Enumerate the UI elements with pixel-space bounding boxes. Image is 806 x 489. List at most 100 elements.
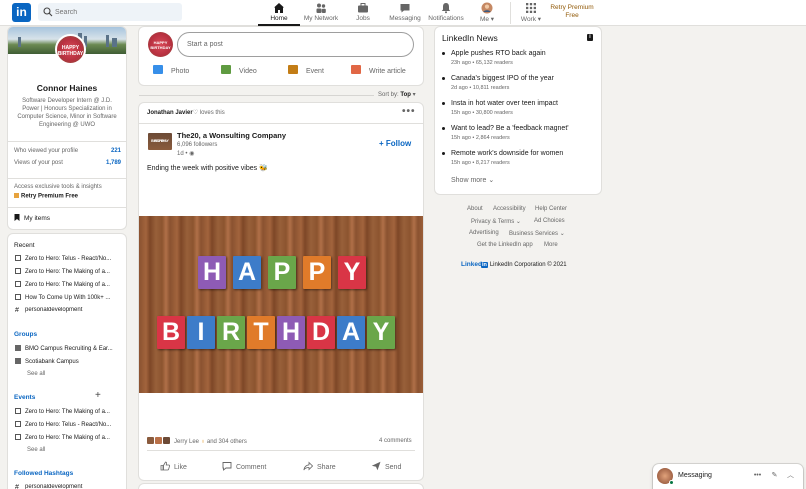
search-box[interactable] <box>38 3 182 21</box>
follower-count: 6,096 followers <box>177 142 218 148</box>
nav-label: My Network <box>303 15 339 22</box>
reactor-avatar <box>147 437 154 444</box>
footer-brand: Linkedin LinkedIn Corporation © 2021 <box>461 261 567 268</box>
start-post-button[interactable]: Start a post <box>177 32 414 57</box>
compose-icon[interactable]: ✎ <box>770 471 779 480</box>
more-options-icon[interactable]: ••• <box>753 471 762 480</box>
messaging-bar[interactable]: Messaging ••• ✎ ︿ <box>653 464 803 489</box>
linkedin-logo[interactable]: in <box>12 3 31 22</box>
nav-jobs[interactable]: Jobs <box>344 0 382 26</box>
recent-item[interactable]: # personaldevelopment <box>15 307 123 314</box>
nav-my-network[interactable]: My Network <box>302 0 340 26</box>
premium-line-1: Retry Premium <box>550 4 594 11</box>
company-logo[interactable]: HAPPY BIRTHDAY <box>148 133 172 150</box>
news-meta: 15h ago • 8,217 readers <box>451 160 510 166</box>
letter-tile: D <box>307 316 335 349</box>
send-button[interactable]: Send <box>371 461 401 471</box>
nav-work[interactable]: Work ▾ <box>516 0 546 26</box>
hashtags-header[interactable]: Followed Hashtags <box>14 470 73 477</box>
next-post <box>139 484 423 489</box>
groups-header[interactable]: Groups <box>14 331 37 338</box>
bullet <box>442 102 445 105</box>
comments-count[interactable]: 4 comments <box>379 438 412 444</box>
home-icon <box>274 3 284 13</box>
recent-item[interactable]: How To Come Up With 100k+ ... <box>15 294 123 301</box>
calendar-icon <box>15 268 21 274</box>
user-avatar[interactable]: HAPPY BIRTHDAY <box>148 32 173 57</box>
news-card: LinkedIn News i Apple pushes RTO back ag… <box>435 27 601 194</box>
stat-value: 221 <box>110 148 121 154</box>
caret-down-icon: ▾ <box>412 92 416 98</box>
retry-premium-button[interactable]: Retry Premium Free <box>14 193 78 200</box>
footer-link-privacy[interactable]: Privacy & Terms ⌄ <box>471 218 521 225</box>
photo-button[interactable]: Photo <box>153 65 189 75</box>
events-see-all[interactable]: See all <box>27 447 45 453</box>
search-icon <box>43 7 53 17</box>
event-item[interactable]: Zero to Hero: The Making of a... <box>15 408 123 415</box>
company-name[interactable]: The20, a Wonsulting Company <box>177 131 286 140</box>
company-logo-text: HAPPY BIRTHDAY <box>151 139 169 143</box>
my-items-link[interactable]: My items <box>14 214 50 222</box>
calendar-icon <box>15 421 21 427</box>
stat-post-views[interactable]: Views of your post 1,789 <box>14 160 121 166</box>
groups-see-all[interactable]: See all <box>27 371 45 377</box>
search-input[interactable] <box>55 3 175 21</box>
hashtag-item[interactable]: # personaldevelopment <box>15 484 123 489</box>
reactor-avatar <box>155 437 162 444</box>
footer-link-more[interactable]: More <box>544 242 558 248</box>
group-item[interactable]: Scotiabank Campus <box>15 358 123 365</box>
sort-dropdown[interactable]: Sort by: Top ▾ <box>378 91 416 98</box>
nav-label: Jobs <box>356 15 370 22</box>
show-more-button[interactable]: Show more ⌄ <box>451 176 494 184</box>
footer-link-about[interactable]: About <box>467 206 483 212</box>
like-button[interactable]: Like <box>160 461 187 471</box>
reactions-summary[interactable]: Jerry Lee ♁ and 304 others <box>147 437 247 445</box>
event-item[interactable]: Zero to Hero: The Making of a... <box>15 434 123 441</box>
event-button[interactable]: Event <box>288 65 324 75</box>
events-header[interactable]: Events <box>14 394 35 401</box>
footer-link-accessibility[interactable]: Accessibility <box>493 206 526 212</box>
recent-item[interactable]: Zero to Hero: Telus - React/No... <box>15 255 123 262</box>
post-image[interactable]: H A P P Y B I R T H D A Y <box>139 216 423 393</box>
event-item[interactable]: Zero to Hero: Telus - React/No... <box>15 421 123 428</box>
actor-name[interactable]: Jonathan Javier <box>147 110 193 116</box>
comment-button[interactable]: Comment <box>222 461 266 471</box>
profile-name[interactable]: Connor Haines <box>8 83 126 93</box>
footer-link-advertising[interactable]: Advertising <box>469 230 499 236</box>
footer-link-business-services[interactable]: Business Services ⌄ <box>509 230 565 237</box>
news-headline: Apple pushes RTO back again <box>451 50 546 57</box>
avatar-text-bottom: BIRTHDAY <box>57 51 84 57</box>
footer-link-help-center[interactable]: Help Center <box>535 206 567 212</box>
recent-item[interactable]: Zero to Hero: The Making of a... <box>15 268 123 275</box>
letter-tile: P <box>303 256 331 289</box>
info-icon[interactable]: i <box>587 34 593 41</box>
bullet <box>442 77 445 80</box>
write-article-button[interactable]: Write article <box>351 65 406 75</box>
letter-tile: B <box>157 316 185 349</box>
retry-premium-link[interactable]: Retry Premium Free <box>548 4 596 20</box>
more-options-icon[interactable]: ••• <box>402 106 416 117</box>
letter-tile: H <box>198 256 226 289</box>
chevron-down-icon: ⌄ <box>515 219 521 225</box>
profile-avatar[interactable]: HAPPY BIRTHDAY <box>55 34 86 65</box>
bullet <box>442 127 445 130</box>
nav-me[interactable]: Me ▾ <box>474 0 500 26</box>
bell-icon <box>441 3 451 14</box>
footer-logo-in: in <box>480 262 488 268</box>
communities-card: Recent Zero to Hero: Telus - React/No...… <box>8 234 126 489</box>
footer-link-get-app[interactable]: Get the LinkedIn app <box>477 242 533 248</box>
share-button[interactable]: Share <box>303 461 336 471</box>
group-icon <box>15 345 21 351</box>
actor-action: loves this <box>199 110 225 116</box>
footer-link-ad-choices[interactable]: Ad Choices <box>534 218 565 224</box>
nav-home[interactable]: Home <box>258 0 300 26</box>
recent-item[interactable]: Zero to Hero: The Making of a... <box>15 281 123 288</box>
stat-profile-viewers[interactable]: Who viewed your profile 221 <box>14 148 121 154</box>
nav-messaging[interactable]: Messaging <box>386 0 424 26</box>
nav-notifications[interactable]: Notifications <box>426 0 466 26</box>
follow-button[interactable]: + Follow <box>379 139 411 148</box>
group-item[interactable]: BMO Campus Recruiting & Ear... <box>15 345 123 352</box>
chevron-up-icon[interactable]: ︿ <box>786 471 795 480</box>
add-event-icon[interactable]: + <box>95 390 101 401</box>
video-button[interactable]: Video <box>221 65 257 75</box>
